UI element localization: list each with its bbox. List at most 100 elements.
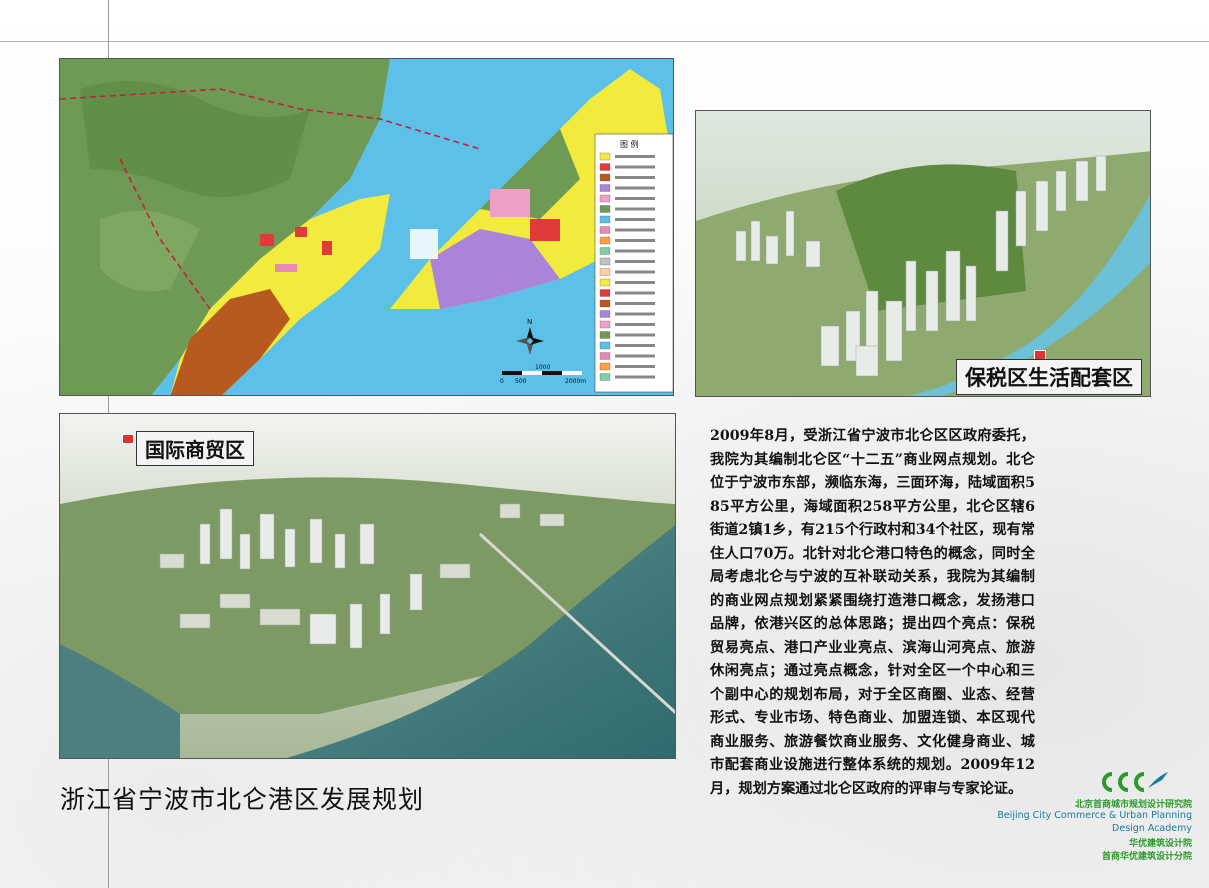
- logo-text-line: 北京首商城市规划设计研究院: [1074, 800, 1192, 810]
- scale-label-3: 2000m: [565, 378, 586, 385]
- building: [359, 523, 375, 565]
- building: [805, 240, 821, 268]
- project-description: 2009年8月，受浙江省宁波市北仑区区政府委托，我院为其编制北仑区“十二五”商业…: [710, 428, 1035, 797]
- building: [284, 528, 296, 568]
- legend-swatch: [599, 236, 611, 245]
- legend-line: [615, 197, 655, 200]
- logo-text-line: 首商华优建筑设计分院: [1101, 852, 1192, 862]
- legend-swatch: [599, 173, 611, 182]
- building: [219, 508, 233, 560]
- building: [349, 603, 363, 649]
- logo-mark-icon: [1102, 772, 1168, 792]
- scale-label-2: 1000: [535, 364, 550, 371]
- building: [199, 523, 211, 565]
- building: [1035, 180, 1049, 232]
- institute-logo: 北京首商城市规划设计研究院 Beijing City Commerce & Ur…: [997, 770, 1200, 870]
- legend-swatch: [599, 278, 611, 287]
- bonded-zone-label: 保税区生活配套区: [956, 359, 1142, 395]
- building: [855, 345, 879, 377]
- building: [259, 608, 301, 626]
- legend-line: [615, 354, 655, 358]
- building: [945, 250, 961, 322]
- legend-swatch: [599, 289, 611, 297]
- building: [885, 300, 903, 362]
- building: [409, 573, 423, 611]
- legend-line: [615, 323, 655, 326]
- trade-zone-label: 国际商贸区: [136, 431, 254, 466]
- legend-line: [615, 375, 655, 379]
- legend-line: [615, 239, 655, 242]
- legend-swatch: [599, 194, 611, 203]
- legend-line: [615, 260, 655, 263]
- legend-line: [615, 176, 655, 179]
- logo-text-line: Beijing City Commerce & Urban Planning: [997, 810, 1192, 821]
- legend-swatch: [599, 184, 611, 192]
- building: [179, 613, 211, 629]
- building: [1095, 155, 1107, 192]
- building: [735, 230, 747, 262]
- legend-swatch: [599, 310, 611, 318]
- building: [219, 593, 251, 609]
- legend-title: 图 例: [620, 139, 639, 149]
- building: [820, 325, 840, 367]
- legend-line: [615, 281, 655, 284]
- building: [925, 270, 939, 332]
- horizontal-guide-line: [0, 41, 1209, 42]
- legend-swatch: [599, 331, 611, 339]
- legend-line: [615, 312, 655, 316]
- legend-line: [615, 228, 655, 232]
- legend-line: [615, 207, 655, 211]
- legend-swatch: [599, 320, 611, 329]
- legend-line: [615, 186, 655, 190]
- planning-map-image: 图 例 N 0 500 1000 2000m: [59, 58, 674, 396]
- building: [379, 593, 391, 635]
- legend-line: [615, 333, 655, 337]
- building: [309, 518, 323, 564]
- legend-swatch: [599, 299, 611, 308]
- legend-swatch: [599, 226, 611, 234]
- building: [965, 265, 977, 322]
- legend-swatch: [599, 257, 611, 266]
- legend-swatch: [599, 352, 611, 360]
- legend-line: [615, 270, 655, 274]
- building: [750, 220, 761, 262]
- building: [439, 563, 471, 579]
- legend-line: [615, 344, 655, 347]
- scale-label-0: 0: [500, 378, 504, 385]
- legend-line: [615, 218, 655, 221]
- trade-zone-rendering: 国际商贸区: [59, 413, 676, 759]
- legend-line: [615, 249, 655, 253]
- legend-line: [615, 165, 655, 169]
- building: [1015, 190, 1027, 247]
- bonded-zone-rendering: 保税区生活配套区: [695, 110, 1151, 397]
- building: [1055, 170, 1067, 212]
- building: [905, 260, 917, 332]
- building: [239, 533, 251, 570]
- legend-swatch: [599, 373, 611, 381]
- legend-swatch: [599, 163, 611, 171]
- legend-swatch: [599, 362, 611, 371]
- building: [259, 513, 275, 560]
- legend-line: [615, 365, 655, 368]
- building: [1075, 160, 1089, 202]
- legend-line: [615, 291, 655, 295]
- page-title: 浙江省宁波市北仑港区发展规划: [60, 785, 425, 814]
- building: [995, 210, 1009, 272]
- marker-icon: [122, 434, 134, 444]
- logo-text-line: Design Academy: [1112, 823, 1192, 834]
- legend-swatch: [599, 205, 611, 213]
- building: [309, 613, 337, 645]
- building: [334, 533, 346, 569]
- building: [765, 235, 779, 265]
- legend-swatch: [599, 247, 611, 255]
- building: [539, 513, 565, 527]
- scale-label-1: 500: [515, 378, 527, 385]
- legend-swatch: [599, 341, 611, 350]
- legend-line: [615, 302, 655, 305]
- legend-swatch: [599, 215, 611, 224]
- legend-line: [615, 155, 655, 158]
- legend-swatch: [599, 268, 611, 276]
- building: [499, 503, 521, 519]
- building: [785, 210, 795, 257]
- logo-text-line: 华优建筑设计院: [1128, 839, 1192, 849]
